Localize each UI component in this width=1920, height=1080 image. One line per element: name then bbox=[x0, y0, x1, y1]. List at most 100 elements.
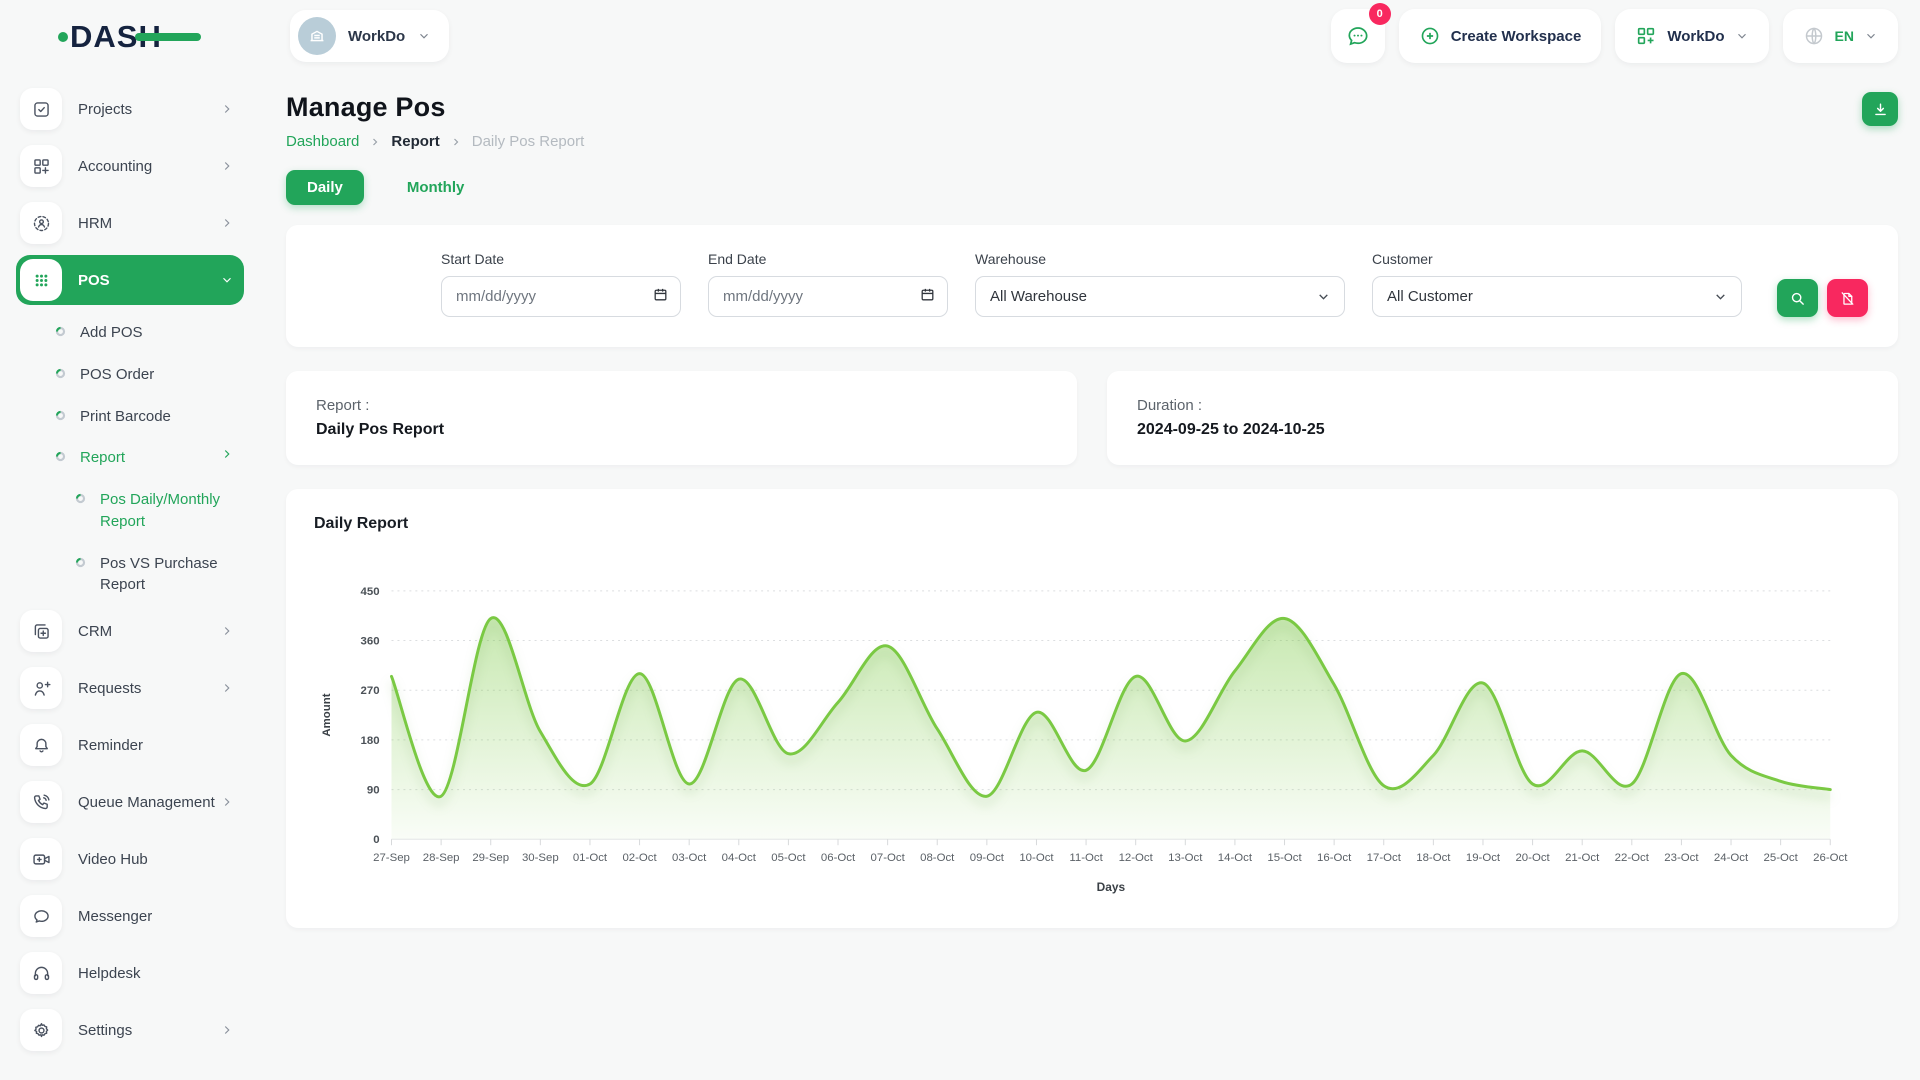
breadcrumb-dashboard[interactable]: Dashboard bbox=[286, 133, 359, 150]
report-tabs: Daily Monthly bbox=[286, 170, 1898, 205]
chevron-right-icon bbox=[220, 102, 234, 116]
warehouse-field: Warehouse All Warehouse bbox=[975, 251, 1345, 317]
donut-icon bbox=[74, 556, 88, 574]
svg-text:21-Oct: 21-Oct bbox=[1565, 852, 1600, 864]
search-icon bbox=[1789, 290, 1806, 307]
file-off-icon bbox=[1839, 290, 1856, 307]
user-plus-icon bbox=[20, 667, 62, 709]
download-button[interactable] bbox=[1862, 92, 1898, 126]
sidebar-item-accounting[interactable]: Accounting bbox=[16, 141, 244, 191]
filter-card: Start Date End Date Warehous bbox=[286, 225, 1898, 347]
svg-text:11-Oct: 11-Oct bbox=[1069, 852, 1103, 864]
warehouse-select[interactable]: All Warehouse bbox=[975, 276, 1345, 317]
start-date-input[interactable] bbox=[441, 276, 681, 317]
breadcrumb-report: Report bbox=[391, 133, 439, 150]
video-camera-icon bbox=[20, 838, 62, 880]
donut-icon bbox=[54, 409, 68, 427]
main-content: Manage Pos Dashboard Report Daily Pos Re… bbox=[260, 0, 1920, 928]
plus-circle-icon bbox=[1419, 25, 1441, 47]
search-button[interactable] bbox=[1777, 279, 1818, 317]
create-workspace-button[interactable]: Create Workspace bbox=[1399, 9, 1602, 63]
sidebar-item-pos-vs-purchase-report[interactable]: Pos VS Purchase Report bbox=[16, 543, 244, 607]
reset-button[interactable] bbox=[1827, 279, 1868, 317]
svg-text:07-Oct: 07-Oct bbox=[871, 852, 906, 864]
duration-summary-card: Duration : 2024-09-25 to 2024-10-25 bbox=[1107, 371, 1898, 465]
sidebar-item-video-hub[interactable]: Video Hub bbox=[16, 834, 244, 884]
svg-text:30-Sep: 30-Sep bbox=[522, 852, 559, 864]
sidebar-item-settings[interactable]: Settings bbox=[16, 1005, 244, 1055]
chevron-right-icon bbox=[220, 624, 234, 638]
workspace-switcher[interactable]: WorkDo bbox=[290, 10, 449, 62]
report-summary-card: Report : Daily Pos Report bbox=[286, 371, 1077, 465]
svg-text:16-Oct: 16-Oct bbox=[1317, 852, 1352, 864]
sidebar-item-pos-order[interactable]: POS Order bbox=[16, 354, 244, 396]
bell-icon bbox=[20, 724, 62, 766]
tab-daily[interactable]: Daily bbox=[286, 170, 364, 205]
sidebar-item-projects[interactable]: Projects bbox=[16, 84, 244, 134]
sidebar-item-pos-daily-monthly-report[interactable]: Pos Daily/Monthly Report bbox=[16, 479, 244, 543]
workspace-menu-button[interactable]: WorkDo bbox=[1615, 9, 1768, 63]
chevron-down-icon bbox=[1317, 290, 1330, 303]
breadcrumb-current: Daily Pos Report bbox=[472, 133, 585, 150]
svg-text:22-Oct: 22-Oct bbox=[1615, 852, 1650, 864]
chevron-right-icon bbox=[450, 136, 462, 148]
svg-text:13-Oct: 13-Oct bbox=[1168, 852, 1203, 864]
workspace-avatar bbox=[298, 17, 336, 55]
svg-text:17-Oct: 17-Oct bbox=[1367, 852, 1402, 864]
svg-text:18-Oct: 18-Oct bbox=[1416, 852, 1451, 864]
chevron-down-icon bbox=[1735, 29, 1749, 43]
tab-monthly[interactable]: Monthly bbox=[386, 170, 486, 205]
end-date-input[interactable] bbox=[708, 276, 948, 317]
svg-text:23-Oct: 23-Oct bbox=[1664, 852, 1699, 864]
svg-text:0: 0 bbox=[373, 834, 379, 846]
svg-text:Days: Days bbox=[1097, 880, 1126, 894]
grid-plus-icon bbox=[1635, 25, 1657, 47]
sidebar-item-messenger[interactable]: Messenger bbox=[16, 891, 244, 941]
chevron-right-icon bbox=[220, 681, 234, 695]
report-label: Report : bbox=[316, 397, 1047, 414]
sidebar-item-hrm[interactable]: HRM bbox=[16, 198, 244, 248]
svg-text:14-Oct: 14-Oct bbox=[1218, 852, 1253, 864]
sidebar-item-print-barcode[interactable]: Print Barcode bbox=[16, 396, 244, 438]
chat-bubble-icon bbox=[1345, 23, 1371, 49]
end-date-label: End Date bbox=[708, 251, 948, 267]
svg-text:24-Oct: 24-Oct bbox=[1714, 852, 1749, 864]
sidebar-item-add-pos[interactable]: Add POS bbox=[16, 312, 244, 354]
donut-icon bbox=[74, 492, 88, 510]
svg-text:Amount: Amount bbox=[321, 693, 333, 736]
start-date-field: Start Date bbox=[441, 251, 681, 317]
chat-bubble-icon bbox=[20, 895, 62, 937]
customer-field: Customer All Customer bbox=[1372, 251, 1742, 317]
breadcrumb: Dashboard Report Daily Pos Report bbox=[286, 133, 584, 150]
svg-text:08-Oct: 08-Oct bbox=[920, 852, 955, 864]
customer-select[interactable]: All Customer bbox=[1372, 276, 1742, 317]
language-selector[interactable]: EN bbox=[1783, 9, 1898, 63]
svg-text:04-Oct: 04-Oct bbox=[722, 852, 757, 864]
sidebar-item-helpdesk[interactable]: Helpdesk bbox=[16, 948, 244, 998]
svg-text:25-Oct: 25-Oct bbox=[1764, 852, 1799, 864]
svg-text:450: 450 bbox=[361, 586, 380, 598]
svg-text:20-Oct: 20-Oct bbox=[1515, 852, 1550, 864]
svg-text:28-Sep: 28-Sep bbox=[423, 852, 460, 864]
sidebar-item-report[interactable]: Report bbox=[16, 437, 244, 479]
globe-icon bbox=[1803, 25, 1825, 47]
chevron-right-icon bbox=[220, 795, 234, 809]
duration-value: 2024-09-25 to 2024-10-25 bbox=[1137, 421, 1868, 439]
brand-logo[interactable]: DASH bbox=[0, 16, 260, 56]
copy-plus-icon bbox=[20, 610, 62, 652]
checkbox-icon bbox=[20, 88, 62, 130]
sidebar-item-pos[interactable]: POS bbox=[16, 255, 244, 305]
top-bar: DASH WorkDo 0 Create Workspace bbox=[0, 0, 1920, 72]
messages-button[interactable]: 0 bbox=[1331, 9, 1385, 63]
sidebar-item-queue-management[interactable]: Queue Management bbox=[16, 777, 244, 827]
chevron-down-icon bbox=[1864, 29, 1878, 43]
messages-badge: 0 bbox=[1369, 3, 1391, 25]
sidebar-item-crm[interactable]: CRM bbox=[16, 606, 244, 656]
svg-text:03-Oct: 03-Oct bbox=[672, 852, 707, 864]
donut-icon bbox=[54, 325, 68, 343]
sidebar-item-requests[interactable]: Requests bbox=[16, 663, 244, 713]
svg-text:10-Oct: 10-Oct bbox=[1019, 852, 1054, 864]
daily-report-area-chart[interactable]: 09018027036045027-Sep28-Sep29-Sep30-Sep0… bbox=[314, 567, 1870, 905]
sidebar-item-reminder[interactable]: Reminder bbox=[16, 720, 244, 770]
svg-text:09-Oct: 09-Oct bbox=[970, 852, 1005, 864]
